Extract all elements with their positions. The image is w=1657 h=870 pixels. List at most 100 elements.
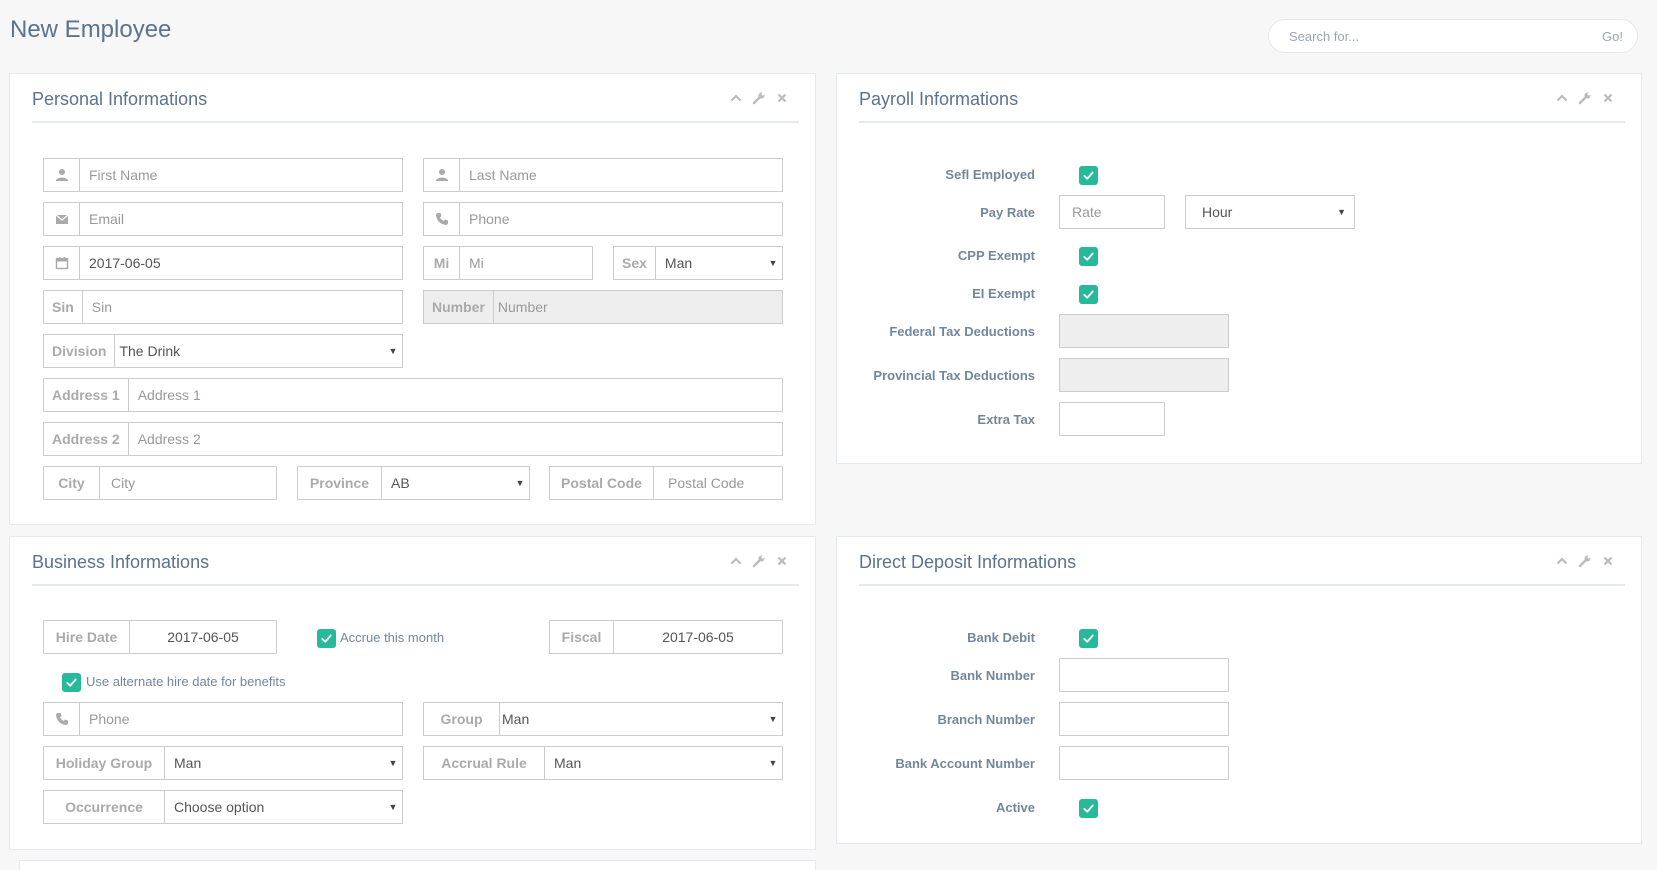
alt-hire-checkbox[interactable]	[62, 673, 81, 692]
postal-code-input[interactable]: Postal Cod⁠e	[654, 467, 782, 499]
wrench-icon[interactable]	[752, 91, 766, 105]
address2-field[interactable]: Address 2 Address 2	[43, 422, 783, 456]
collapse-icon[interactable]	[729, 554, 743, 568]
group-value[interactable]: Man	[500, 703, 764, 735]
ei-exempt-checkbox[interactable]	[1079, 285, 1098, 304]
caret-down-icon: ▼	[515, 478, 525, 488]
account-number-input[interactable]	[1059, 746, 1229, 780]
deposit-panel-title: Direct Deposit Informations	[859, 552, 1077, 572]
occurrence-select[interactable]: Occurrence Choose option ▼	[43, 790, 403, 824]
collapse-icon[interactable]	[1555, 554, 1569, 568]
accrue-checkbox[interactable]	[317, 629, 336, 648]
birth-date-input[interactable]: 2017-06-05	[80, 247, 402, 279]
close-icon[interactable]	[775, 91, 789, 105]
sin-field[interactable]: Sin Sin	[43, 290, 403, 324]
bank-number-label: Bank Number	[950, 668, 1035, 683]
last-name-field[interactable]: Last Name	[423, 158, 783, 192]
wrench-icon[interactable]	[1578, 554, 1592, 568]
division-select[interactable]: Division The Drink ▼	[43, 334, 403, 368]
address1-input[interactable]: Address 1	[129, 379, 782, 411]
user-icon	[44, 159, 80, 191]
hire-date-input[interactable]: 2017-06-05	[130, 621, 276, 653]
phone-field[interactable]: Phone	[423, 202, 783, 236]
number-input: Number	[493, 291, 782, 323]
sin-addon: Sin	[44, 291, 83, 323]
cpp-exempt-label: CPP Exempt	[957, 248, 1035, 263]
province-value[interactable]: AB	[382, 467, 511, 499]
check-icon	[320, 632, 333, 645]
ei-exempt-label: EI Exempt	[972, 286, 1035, 301]
sex-value[interactable]: Man	[656, 247, 764, 279]
address1-field[interactable]: Address 1 Address 1	[43, 378, 783, 412]
rate-unit-value: Hour	[1202, 204, 1233, 220]
close-icon[interactable]	[1601, 91, 1615, 105]
occurrence-addon: Occurrence	[44, 791, 165, 823]
hire-date-field[interactable]: Hire Date 2017-06-05	[43, 620, 277, 654]
mi-addon: Mi	[424, 247, 460, 279]
mi-input[interactable]: Mi	[460, 247, 592, 279]
province-select[interactable]: Province AB ▼	[297, 466, 530, 500]
rate-input[interactable]: Rate	[1059, 195, 1165, 229]
extra-tax-input[interactable]	[1059, 402, 1165, 436]
first-name-input[interactable]: First Name	[80, 159, 402, 191]
postal-code-field[interactable]: Postal Code Postal Cod⁠e	[549, 466, 783, 500]
phone-icon	[424, 203, 460, 235]
close-icon[interactable]	[1601, 554, 1615, 568]
last-name-input[interactable]: Last Name	[460, 159, 782, 191]
check-icon	[1082, 288, 1095, 301]
extra-tax-label: Extra Tax	[977, 412, 1035, 427]
calendar-icon	[44, 247, 80, 279]
search-go-button[interactable]: Go!	[1602, 29, 1637, 44]
rate-unit-select[interactable]: Hour ▼	[1185, 195, 1355, 229]
envelope-icon	[44, 203, 80, 235]
search-bar: Go!	[1268, 19, 1638, 53]
caret-down-icon: ▼	[768, 258, 778, 268]
holiday-group-select[interactable]: Holiday Group Man ▼	[43, 746, 403, 780]
search-input[interactable]	[1269, 28, 1603, 44]
collapse-icon[interactable]	[729, 91, 743, 105]
division-value[interactable]: The Drink	[115, 335, 384, 367]
wrench-icon[interactable]	[752, 554, 766, 568]
city-input[interactable]: City	[100, 467, 276, 499]
address2-input[interactable]: Address 2	[129, 423, 782, 455]
birth-date-field[interactable]: 2017-06-05	[43, 246, 403, 280]
close-icon[interactable]	[775, 554, 789, 568]
business-panel: Business Informations Hire Date 2017-06-…	[9, 536, 816, 850]
federal-tax-input	[1059, 314, 1229, 348]
phone-input[interactable]: Phone	[460, 203, 782, 235]
business-phone-input[interactable]: Phone	[80, 703, 402, 735]
first-name-field[interactable]: First Name	[43, 158, 403, 192]
fiscal-field[interactable]: Fiscal 2017-06-05	[549, 620, 783, 654]
accrual-rule-select[interactable]: Accrual Rule Man ▼	[423, 746, 783, 780]
bank-debit-checkbox[interactable]	[1079, 629, 1098, 648]
self-employed-checkbox[interactable]	[1079, 166, 1098, 185]
deposit-panel: Direct Deposit Informations Bank Debit B…	[836, 536, 1642, 844]
self-employed-label: Sefl Employed	[945, 167, 1035, 182]
payroll-panel: Payroll Informations Sefl Employed Pay R…	[836, 73, 1642, 464]
occurrence-value[interactable]: Choose option	[165, 791, 384, 823]
sin-input[interactable]: Sin	[83, 291, 402, 323]
city-field[interactable]: City City	[43, 466, 277, 500]
group-select[interactable]: Group Man ▼	[423, 702, 783, 736]
sex-select[interactable]: Sex Man ▼	[613, 246, 783, 280]
check-icon	[1082, 632, 1095, 645]
check-icon	[1082, 169, 1095, 182]
accrue-label: Accrue this month	[340, 630, 445, 645]
collapse-icon[interactable]	[1555, 91, 1569, 105]
cpp-exempt-checkbox[interactable]	[1079, 247, 1098, 266]
branch-number-label: Branch Number	[937, 712, 1035, 727]
personal-panel: Personal Informations First Name Last Na…	[9, 73, 816, 525]
postal-code-addon: Postal Code	[550, 467, 654, 499]
holiday-group-value[interactable]: Man	[165, 747, 384, 779]
branch-number-input[interactable]	[1059, 702, 1229, 736]
email-field[interactable]: Email	[43, 202, 403, 236]
mi-field[interactable]: Mi Mi	[423, 246, 593, 280]
business-phone-field[interactable]: Phone	[43, 702, 403, 736]
accrual-rule-value[interactable]: Man	[545, 747, 764, 779]
wrench-icon[interactable]	[1578, 91, 1592, 105]
fiscal-input[interactable]: 2017-06-05	[614, 621, 782, 653]
payroll-panel-title: Payroll Informations	[859, 89, 1019, 109]
email-input[interactable]: Email	[80, 203, 402, 235]
active-checkbox[interactable]	[1079, 799, 1098, 818]
bank-number-input[interactable]	[1059, 658, 1229, 692]
